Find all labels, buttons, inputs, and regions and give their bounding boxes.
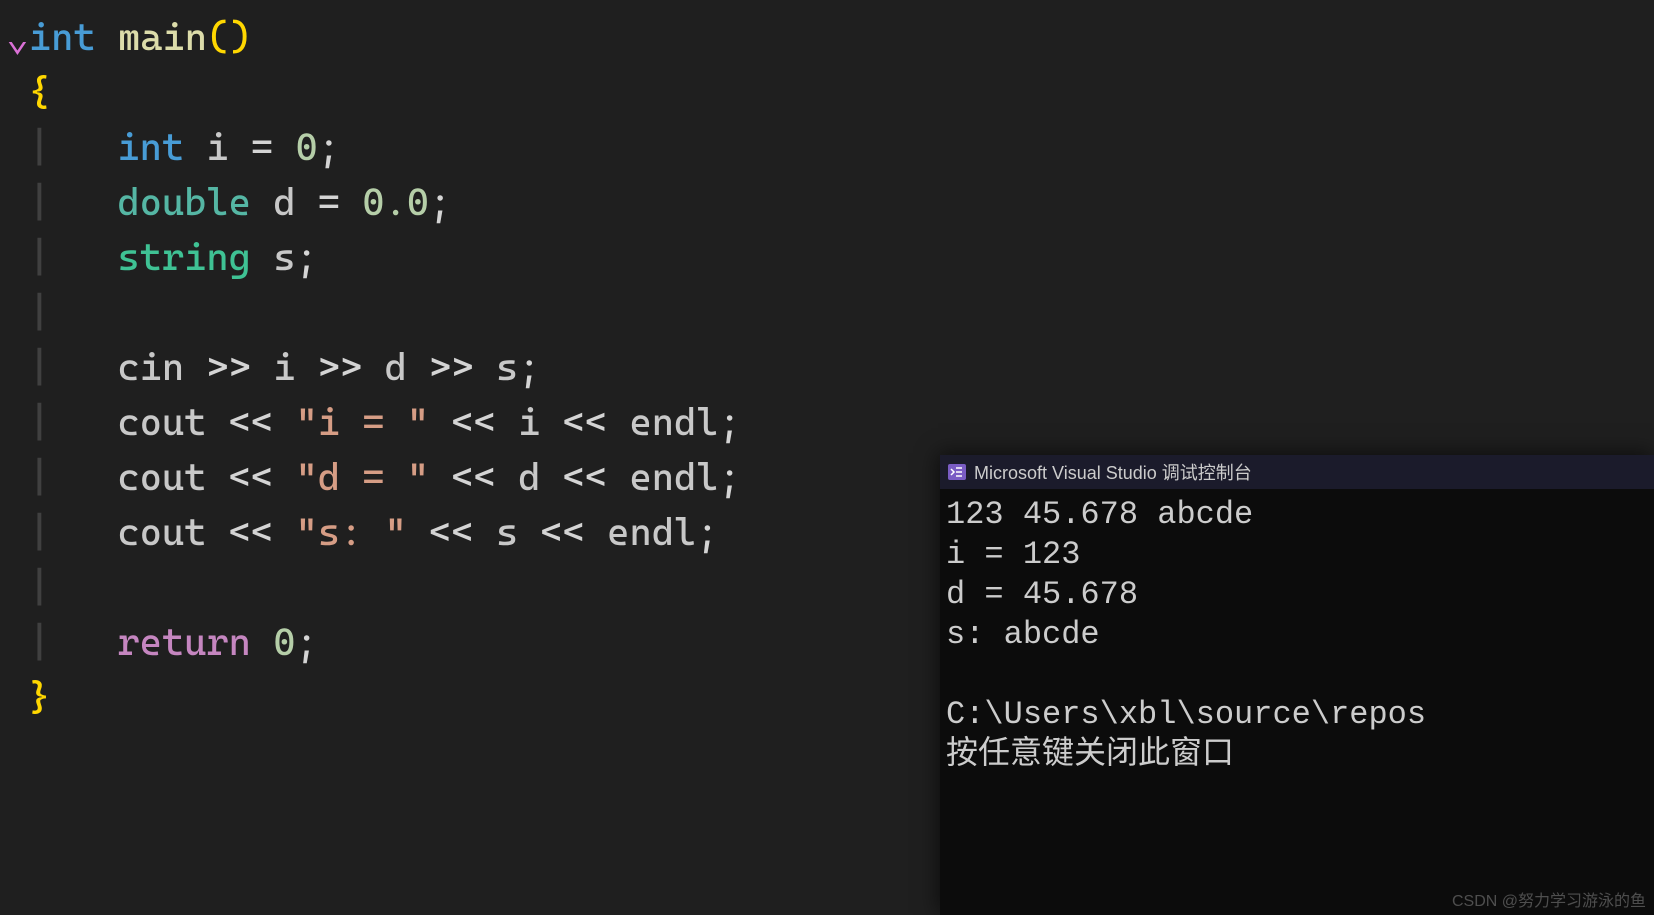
vs-icon: [948, 464, 966, 480]
code-line: ⌄int main(): [6, 10, 1654, 65]
console-title: Microsoft Visual Studio 调试控制台: [974, 459, 1252, 485]
console-output: 123 45.678 abcde i = 123 d = 45.678 s: a…: [940, 489, 1654, 781]
code-line: | string s;: [6, 230, 1654, 285]
code-line: |: [6, 285, 1654, 340]
code-line: | double d = 0.0;: [6, 175, 1654, 230]
code-line: | cin >> i >> d >> s;: [6, 340, 1654, 395]
code-line: {: [6, 65, 1654, 120]
console-titlebar[interactable]: Microsoft Visual Studio 调试控制台: [940, 455, 1654, 489]
code-line: | cout << "i = " << i << endl;: [6, 395, 1654, 450]
code-line: | int i = 0;: [6, 120, 1654, 175]
debug-console-window[interactable]: Microsoft Visual Studio 调试控制台 123 45.678…: [940, 455, 1654, 915]
watermark-text: CSDN @努力学习游泳的鱼: [1452, 887, 1646, 911]
